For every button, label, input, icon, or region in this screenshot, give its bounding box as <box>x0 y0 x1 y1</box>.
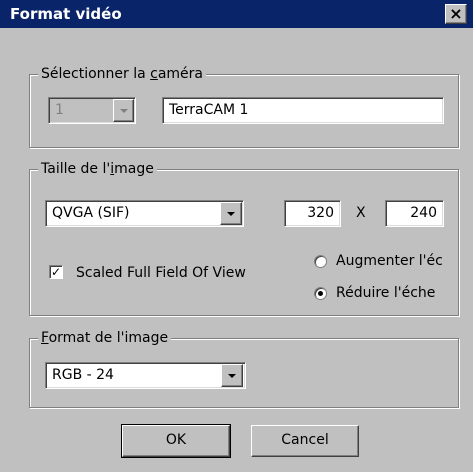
chevron-down-icon <box>227 211 235 216</box>
chevron-down-icon <box>228 373 236 378</box>
format-dropdown-button[interactable] <box>221 364 243 387</box>
resolution-select[interactable]: QVGA (SIF) <box>45 200 244 227</box>
cancel-button[interactable]: Cancel <box>251 425 359 457</box>
close-button[interactable]: × <box>445 4 467 24</box>
window-title: Format vidéo <box>10 5 122 23</box>
width-field[interactable]: 320 <box>284 200 341 227</box>
image-size-group-label: Taille de l'image <box>38 161 157 178</box>
increase-radio-label: Augmenter l'éc <box>336 253 443 269</box>
image-format-group-label: Format de l'image <box>38 330 172 347</box>
chevron-down-icon <box>119 108 128 113</box>
radio-selected-dot <box>318 291 323 296</box>
camera-group-label: Sélectionner la caméra <box>38 66 207 83</box>
format-value: RGB - 24 <box>52 367 114 383</box>
dimension-separator: X <box>356 205 366 221</box>
close-icon: × <box>449 4 463 23</box>
height-field[interactable]: 240 <box>385 200 444 227</box>
increase-radio[interactable] <box>314 255 327 268</box>
reduce-radio[interactable] <box>314 287 327 300</box>
check-icon: ✓ <box>50 265 62 279</box>
camera-index-dropdown-button[interactable] <box>113 99 134 122</box>
camera-name-value: TerraCAM 1 <box>169 102 249 118</box>
camera-index-value: 1 <box>55 102 64 118</box>
title-bar: Format vidéo <box>0 0 473 28</box>
scaled-fov-checkbox[interactable]: ✓ <box>49 265 63 279</box>
camera-name-field[interactable]: TerraCAM 1 <box>162 97 444 124</box>
scaled-fov-label: Scaled Full Field Of View <box>76 265 246 281</box>
format-select[interactable]: RGB - 24 <box>45 362 246 389</box>
ok-button[interactable]: OK <box>121 424 231 458</box>
reduce-radio-label: Réduire l'éche <box>336 285 436 301</box>
resolution-dropdown-button[interactable] <box>220 202 242 225</box>
resolution-value: QVGA (SIF) <box>52 205 130 221</box>
width-value: 320 <box>307 205 334 221</box>
height-value: 240 <box>410 205 437 221</box>
